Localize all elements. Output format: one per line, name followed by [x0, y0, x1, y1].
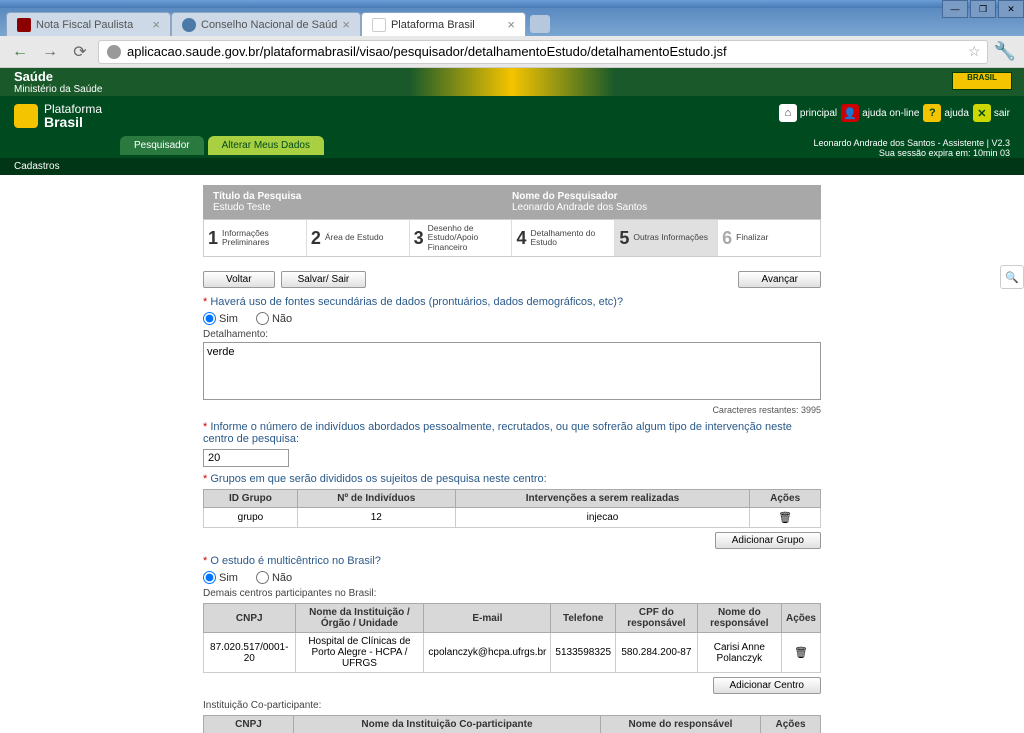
reload-button[interactable]: ⟳	[68, 40, 92, 64]
individuos-input[interactable]	[203, 449, 289, 467]
tab-close-icon[interactable]: ×	[342, 17, 350, 32]
table-row: 87.020.517/0001-20 Hospital de Clínicas …	[204, 633, 821, 673]
home-icon: ⌂	[779, 104, 797, 122]
radio-fontes-sim[interactable]: Sim	[203, 312, 238, 325]
q-individuos-label: Informe o número de indivíduos abordados…	[203, 421, 821, 445]
tab-close-icon[interactable]: ×	[507, 17, 515, 32]
globe-icon	[107, 45, 121, 59]
th-intervencoes: Intervenções a serem realizadas	[455, 490, 749, 508]
tab-favicon-pb	[372, 18, 386, 32]
new-tab-button[interactable]	[530, 15, 550, 33]
nav-sair[interactable]: ✕sair	[973, 104, 1010, 122]
step-6[interactable]: 6Finalizar	[718, 220, 820, 256]
forward-button[interactable]: →	[38, 40, 62, 64]
delete-centro-icon[interactable]: 🗑	[794, 647, 808, 659]
radio-fontes-nao[interactable]: Não	[256, 312, 292, 325]
th-id-grupo: ID Grupo	[204, 490, 298, 508]
plataforma-brasil-logo: PlataformaBrasil	[14, 103, 102, 129]
browser-tabbar: Nota Fiscal Paulista × Conselho Nacional…	[0, 8, 1024, 36]
settings-wrench-icon[interactable]: 🔧	[994, 41, 1016, 62]
nav-tab-pesquisador[interactable]: Pesquisador	[120, 136, 204, 155]
user-info: Leonardo Andrade dos Santos - Assistente…	[814, 138, 1010, 158]
th-acoes: Ações	[750, 490, 821, 508]
multi-sub-label: Demais centros participantes no Brasil:	[203, 588, 821, 599]
exit-icon: ✕	[973, 104, 991, 122]
delete-grupo-icon[interactable]: 🗑	[778, 512, 792, 524]
nav-ajuda[interactable]: ?ajuda	[923, 104, 968, 122]
table-row: grupo 12 injecao 🗑	[204, 508, 821, 528]
sub-menu-cadastros[interactable]: Cadastros	[0, 158, 1024, 175]
saude-header: SaúdeMinistério da Saúde BRASIL	[0, 68, 1024, 96]
platform-header: PlataformaBrasil ⌂principal 👤ajuda on-li…	[0, 96, 1024, 136]
pb-lens-icon	[14, 104, 38, 128]
tab-favicon-conselho	[182, 18, 196, 32]
wizard-steps: 1Informações Preliminares 2Área de Estud…	[203, 219, 821, 257]
help-icon: ?	[923, 104, 941, 122]
maximize-button[interactable]: ❐	[970, 0, 996, 18]
detalhamento-label: Detalhamento:	[203, 329, 821, 340]
study-header: Título da PesquisaEstudo Teste Nome do P…	[203, 185, 821, 219]
tab-label: Conselho Nacional de Saúd	[201, 19, 337, 31]
th-n-individuos: Nº de Indivíduos	[297, 490, 455, 508]
minimize-button[interactable]: —	[942, 0, 968, 18]
url-input[interactable]: aplicacao.saude.gov.br/plataformabrasil/…	[98, 40, 988, 64]
back-button[interactable]: ←	[8, 40, 32, 64]
tab-nota-fiscal[interactable]: Nota Fiscal Paulista ×	[6, 12, 171, 36]
tab-label: Plataforma Brasil	[391, 19, 475, 31]
nav-tab-alterar-dados[interactable]: Alterar Meus Dados	[208, 136, 324, 155]
saude-title: SaúdeMinistério da Saúde	[14, 69, 102, 95]
step-2[interactable]: 2Área de Estudo	[307, 220, 410, 256]
tab-close-icon[interactable]: ×	[152, 17, 160, 32]
step-5[interactable]: 5Outras Informações	[615, 220, 718, 256]
char-count: Caracteres restantes: 3995	[203, 405, 821, 415]
tab-favicon-nota	[17, 18, 31, 32]
voltar-button[interactable]: Voltar	[203, 271, 275, 288]
url-text: aplicacao.saude.gov.br/plataformabrasil/…	[127, 44, 727, 59]
q-fontes-label: Haverá uso de fontes secundárias de dado…	[203, 296, 821, 308]
tab-plataforma-brasil[interactable]: Plataforma Brasil ×	[361, 12, 526, 36]
zoom-icon[interactable]: 🔍	[1000, 265, 1024, 289]
nav-ajuda-online[interactable]: 👤ajuda on-line	[841, 104, 919, 122]
tab-conselho[interactable]: Conselho Nacional de Saúd ×	[171, 12, 361, 36]
brasil-logo: BRASIL	[952, 72, 1012, 90]
address-bar: ← → ⟳ aplicacao.saude.gov.br/plataformab…	[0, 36, 1024, 68]
step-1[interactable]: 1Informações Preliminares	[204, 220, 307, 256]
copart-table: CNPJ Nome da Instituição Co-participante…	[203, 715, 821, 733]
q-grupos-label: Grupos em que serão divididos os sujeito…	[203, 473, 821, 485]
add-grupo-button[interactable]: Adicionar Grupo	[715, 532, 821, 549]
close-window-button[interactable]: ✕	[998, 0, 1024, 18]
nav-row: Pesquisador Alterar Meus Dados Leonardo …	[0, 136, 1024, 158]
copart-label: Instituição Co-participante:	[203, 700, 821, 711]
centros-table: CNPJ Nome da Instituição / Órgão / Unida…	[203, 603, 821, 673]
grupos-table: ID Grupo Nº de Indivíduos Intervenções a…	[203, 489, 821, 528]
step-4[interactable]: 4Detalhamento do Estudo	[512, 220, 615, 256]
bookmark-star-icon[interactable]: ☆	[968, 43, 981, 60]
q-multi-label: O estudo é multicêntrico no Brasil?	[203, 555, 821, 567]
user-icon: 👤	[841, 104, 859, 122]
radio-multi-sim[interactable]: Sim	[203, 571, 238, 584]
nav-principal[interactable]: ⌂principal	[779, 104, 837, 122]
add-centro-button[interactable]: Adicionar Centro	[713, 677, 821, 694]
detalhamento-textarea[interactable]	[203, 342, 821, 400]
tab-label: Nota Fiscal Paulista	[36, 19, 133, 31]
avancar-button[interactable]: Avançar	[738, 271, 821, 288]
window-titlebar: — ❐ ✕	[0, 0, 1024, 8]
main-viewport[interactable]: Título da PesquisaEstudo Teste Nome do P…	[0, 175, 1024, 733]
salvar-sair-button[interactable]: Salvar/ Sair	[281, 271, 367, 288]
step-3[interactable]: 3Desenho de Estudo/Apoio Financeiro	[410, 220, 513, 256]
radio-multi-nao[interactable]: Não	[256, 571, 292, 584]
